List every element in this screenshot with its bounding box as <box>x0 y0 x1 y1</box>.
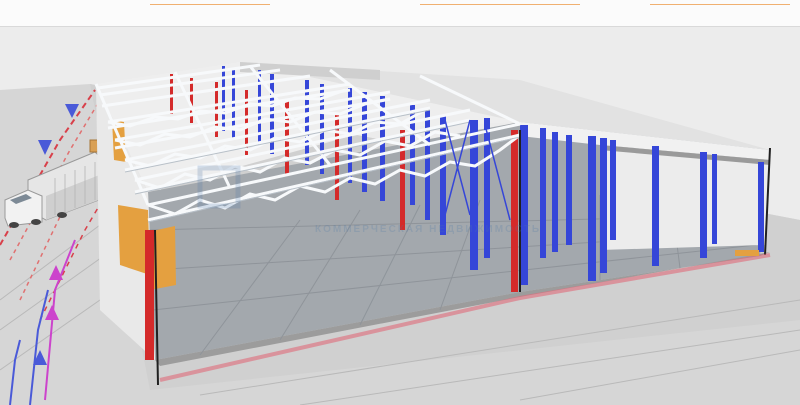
corner-marker <box>735 250 759 256</box>
watermark-subtitle: КОММЕРЧЕСКАЯ НЕДВИЖИМОСТЬ <box>315 224 541 235</box>
3d-model-viewport[interactable]: КОММЕРЧЕСКАЯ НЕДВИЖИМОСТЬ <box>0 0 800 405</box>
warehouse-3d-scene[interactable]: КОММЕРЧЕСКАЯ НЕДВИЖИМОСТЬ <box>0 0 800 405</box>
